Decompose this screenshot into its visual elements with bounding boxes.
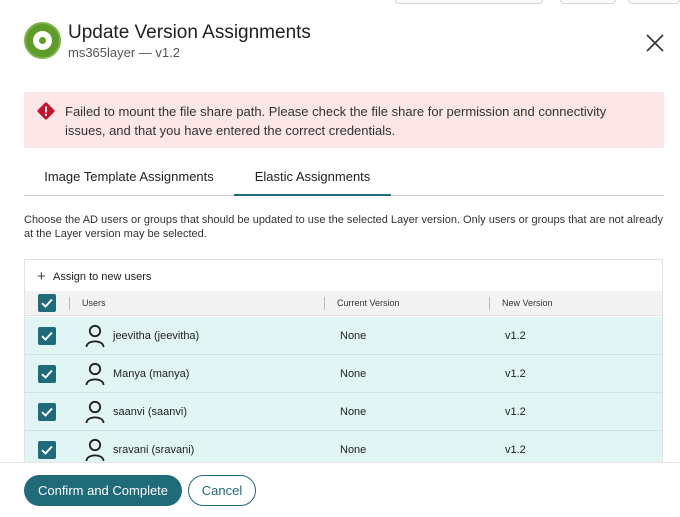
select-all-checkbox[interactable]	[38, 294, 56, 312]
column-separator	[324, 297, 325, 310]
current-version: None	[340, 368, 367, 380]
checkmark-icon	[41, 445, 53, 455]
checkmark-icon	[41, 331, 53, 341]
background-window-strip	[0, 0, 680, 5]
column-separator	[69, 297, 70, 310]
assign-new-users-label: Assign to new users	[53, 271, 152, 283]
dialog-header: Update Version Assignments ms365layer — …	[24, 22, 664, 62]
background-tab-fragment	[560, 0, 616, 4]
confirm-and-complete-button[interactable]: Confirm and Complete	[24, 475, 182, 506]
new-version: v1.2	[505, 330, 526, 342]
assignments-table-panel: + Assign to new users Users Current Versi…	[24, 259, 663, 464]
cancel-button[interactable]: Cancel	[188, 475, 256, 506]
user-name: jeevitha (jeevitha)	[113, 330, 200, 342]
column-header-users: Users	[82, 298, 106, 308]
column-header-new-version: New Version	[502, 298, 553, 308]
user-name: saanvi (saanvi)	[113, 406, 187, 418]
current-version: None	[340, 330, 367, 342]
assign-new-users-button[interactable]: + Assign to new users	[37, 268, 152, 285]
tab-bar: Image Template Assignments Elastic Assig…	[24, 158, 664, 196]
row-checkbox[interactable]	[38, 327, 56, 345]
column-header-current-version: Current Version	[337, 298, 400, 308]
dialog-footer: Confirm and Complete Cancel	[0, 462, 680, 517]
background-tab-fragment	[395, 0, 543, 4]
layer-disc-icon	[24, 22, 61, 59]
tab-image-template-assignments[interactable]: Image Template Assignments	[24, 158, 234, 196]
new-version: v1.2	[505, 368, 526, 380]
table-header: Users Current Version New Version	[25, 291, 662, 316]
dialog-subtitle: ms365layer — v1.2	[68, 45, 180, 60]
user-icon	[85, 438, 105, 462]
checkmark-icon	[41, 298, 53, 308]
current-version: None	[340, 406, 367, 418]
new-version: v1.2	[505, 444, 526, 456]
user-icon	[85, 362, 105, 386]
checkmark-icon	[41, 407, 53, 417]
close-icon[interactable]	[646, 34, 664, 52]
row-checkbox[interactable]	[38, 365, 56, 383]
user-icon	[85, 400, 105, 424]
dialog-title: Update Version Assignments	[68, 22, 311, 43]
table-row[interactable]: jeevitha (jeevitha) None v1.2	[25, 317, 662, 355]
row-checkbox[interactable]	[38, 403, 56, 421]
error-diamond-icon	[36, 101, 56, 121]
error-banner: Failed to mount the file share path. Ple…	[24, 92, 664, 148]
new-version: v1.2	[505, 406, 526, 418]
plus-icon: +	[37, 268, 46, 285]
checkmark-icon	[41, 369, 53, 379]
user-name: sravani (sravani)	[113, 444, 195, 456]
table-row[interactable]: sravani (sravani) None v1.2	[25, 431, 662, 464]
column-separator	[489, 297, 490, 310]
row-checkbox[interactable]	[38, 441, 56, 459]
user-icon	[85, 324, 105, 348]
error-message: Failed to mount the file share path. Ple…	[65, 104, 607, 138]
tab-elastic-assignments[interactable]: Elastic Assignments	[234, 158, 391, 196]
table-row[interactable]: Manya (manya) None v1.2	[25, 355, 662, 393]
background-tab-fragment	[628, 0, 680, 4]
table-row[interactable]: saanvi (saanvi) None v1.2	[25, 393, 662, 431]
current-version: None	[340, 444, 367, 456]
user-name: Manya (manya)	[113, 368, 190, 380]
description-text: Choose the AD users or groups that shoul…	[24, 214, 663, 240]
